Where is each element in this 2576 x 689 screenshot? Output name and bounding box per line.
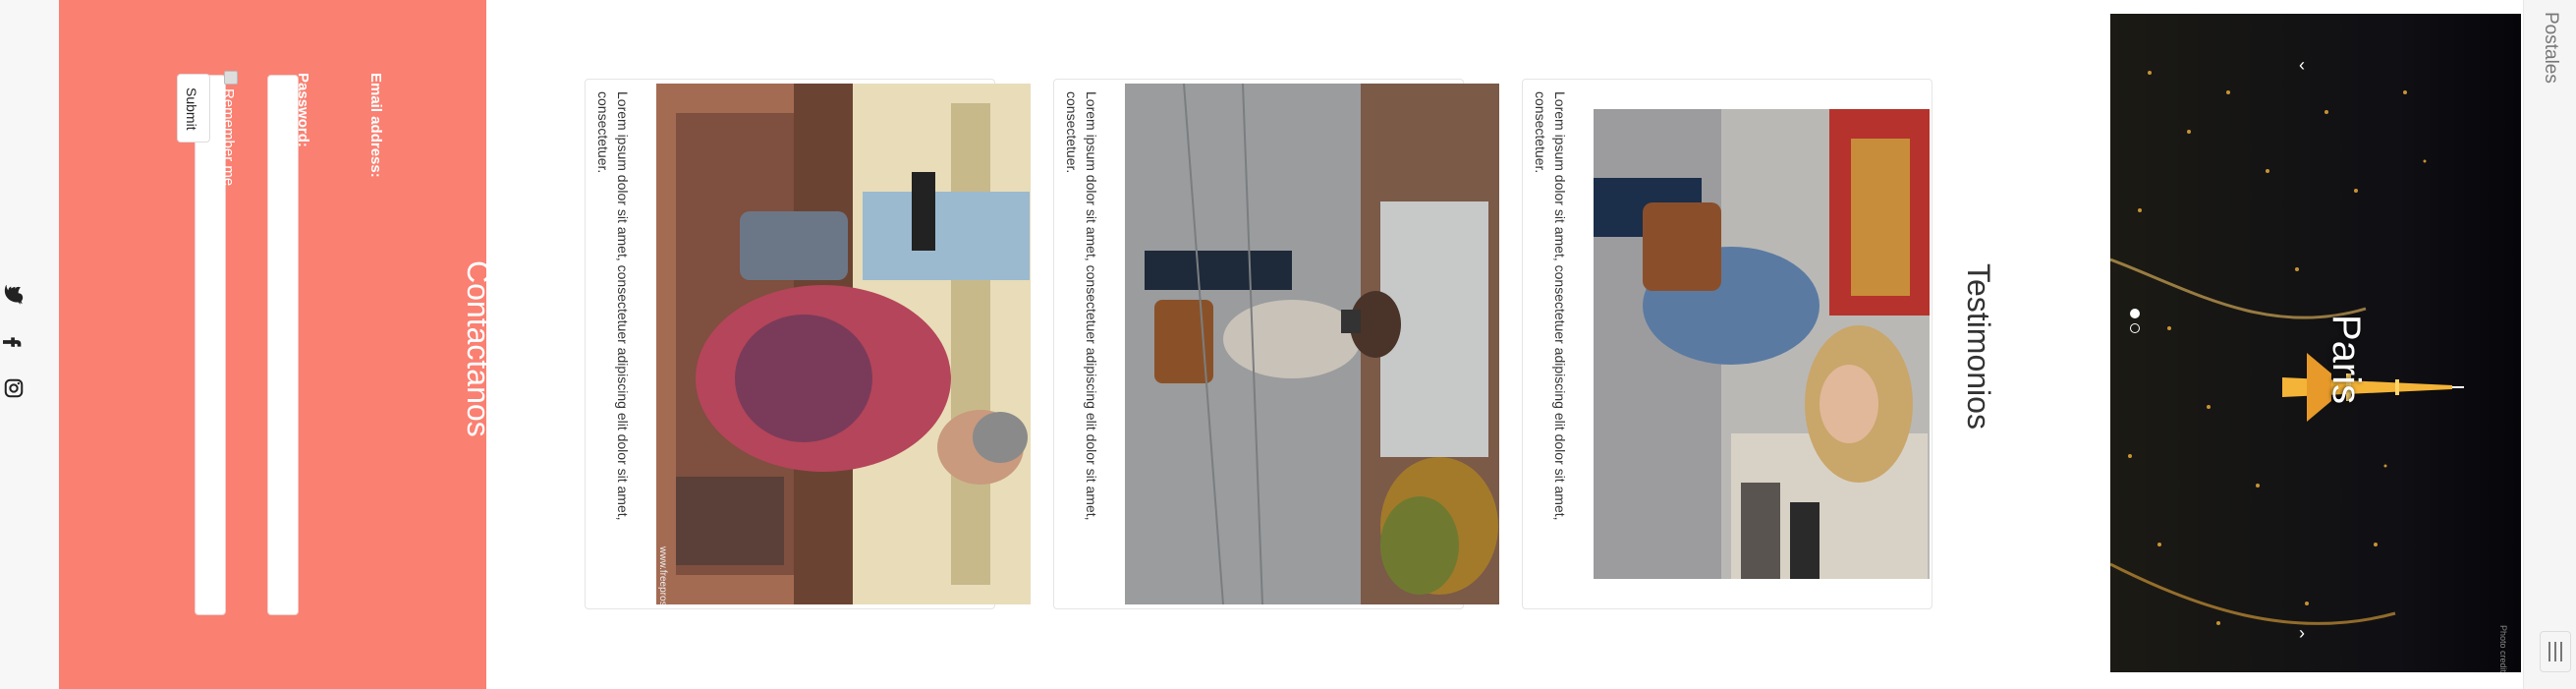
carousel-indicator-1[interactable]	[2130, 323, 2140, 333]
twitter-icon[interactable]	[3, 285, 25, 307]
social-links	[0, 0, 59, 689]
testimonial-photo	[1594, 109, 1930, 579]
testimonial-text: Lorem ipsum dolor sit amet, consectetuer…	[1533, 91, 1568, 521]
brand-logo[interactable]: Postales	[2540, 12, 2561, 84]
email-label: Email address:	[367, 73, 384, 178]
testimonial-photo: www.freeprosee.com	[656, 84, 1031, 604]
hero-image	[2110, 14, 2521, 672]
facebook-icon[interactable]	[3, 331, 25, 353]
photo-watermark: www.freeprosee.com	[657, 546, 668, 604]
carousel-indicator-2[interactable]	[2130, 309, 2140, 318]
contact-section: Contáctanos Email address: Password: Rem…	[59, 0, 496, 689]
photo-credit: Photo credit	[2498, 625, 2508, 672]
testimonial-card-1: Lorem ipsum dolor sit amet, consectetuer…	[1522, 79, 1932, 609]
contact-title: Contáctanos	[461, 260, 496, 437]
password-label: Password:	[295, 73, 311, 147]
carousel-next-icon[interactable]: ›	[2299, 623, 2305, 644]
remember-label: Remember me	[220, 88, 237, 187]
hero-carousel[interactable]: Paris ‹ › Photo credit	[2110, 14, 2521, 672]
testimonial-card-3: www.freeprosee.com Lorem ipsum dolor sit…	[585, 79, 1031, 609]
testimonial-text: Lorem ipsum dolor sit amet, consectetuer…	[595, 91, 631, 521]
testimonial-text: Lorem ipsum dolor sit amet, consectetuer…	[1064, 91, 1099, 521]
testimonial-photo	[1125, 84, 1499, 604]
email-field[interactable]	[267, 75, 299, 615]
remember-checkbox[interactable]	[224, 71, 238, 85]
instagram-icon[interactable]	[3, 377, 25, 399]
testimonial-card-2: Lorem ipsum dolor sit amet, consectetuer…	[1053, 79, 1499, 609]
menu-toggle-button[interactable]	[2540, 631, 2571, 672]
submit-button[interactable]: Submit	[177, 74, 210, 143]
carousel-prev-icon[interactable]: ‹	[2299, 55, 2305, 76]
navbar: Postales	[2523, 0, 2576, 689]
testimonials-title: Testimonios	[1961, 263, 1996, 430]
hero-caption: Paris	[2324, 315, 2368, 405]
submit-label: Submit	[184, 87, 199, 131]
